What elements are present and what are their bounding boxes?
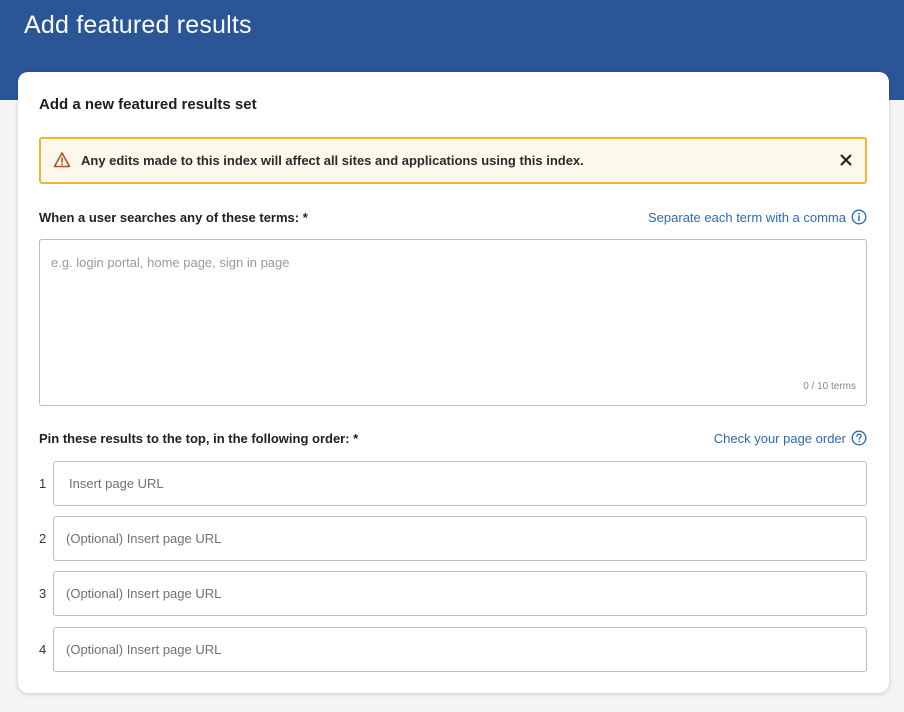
separate-terms-help-text: Separate each term with a comma xyxy=(648,209,846,225)
page-url-input-1[interactable] xyxy=(53,461,867,506)
row-number: 2 xyxy=(39,531,47,546)
warning-icon xyxy=(53,152,71,168)
separate-terms-help-link[interactable]: Separate each term with a comma xyxy=(648,209,867,225)
search-terms-field[interactable]: 0 / 10 terms xyxy=(39,239,867,406)
terms-counter: 0 / 10 terms xyxy=(803,381,856,392)
row-number: 3 xyxy=(39,586,47,601)
question-icon[interactable] xyxy=(851,430,867,446)
check-page-order-link[interactable]: Check your page order xyxy=(714,430,867,446)
page-url-input-3[interactable] xyxy=(53,571,867,616)
warning-alert: Any edits made to this index will affect… xyxy=(39,137,867,184)
search-terms-input[interactable] xyxy=(40,240,866,405)
row-number: 4 xyxy=(39,642,47,657)
pin-results-label: Pin these results to the top, in the fol… xyxy=(39,431,359,446)
featured-results-card: Add a new featured results set Any edits… xyxy=(18,72,889,693)
page-title: Add featured results xyxy=(24,11,252,39)
terms-label: When a user searches any of these terms:… xyxy=(39,210,308,225)
page-url-row-4: 4 xyxy=(39,627,867,672)
card-title: Add a new featured results set xyxy=(39,96,257,113)
page-url-row-1: 1 xyxy=(39,461,867,506)
close-icon[interactable] xyxy=(838,152,854,168)
page-url-row-2: 2 xyxy=(39,516,867,561)
page-url-input-4[interactable] xyxy=(53,627,867,672)
alert-message: Any edits made to this index will affect… xyxy=(81,153,584,168)
row-number: 1 xyxy=(39,476,47,491)
page-url-input-2[interactable] xyxy=(53,516,867,561)
check-page-order-text: Check your page order xyxy=(713,430,846,446)
info-icon[interactable] xyxy=(851,209,867,225)
page-url-row-3: 3 xyxy=(39,571,867,616)
